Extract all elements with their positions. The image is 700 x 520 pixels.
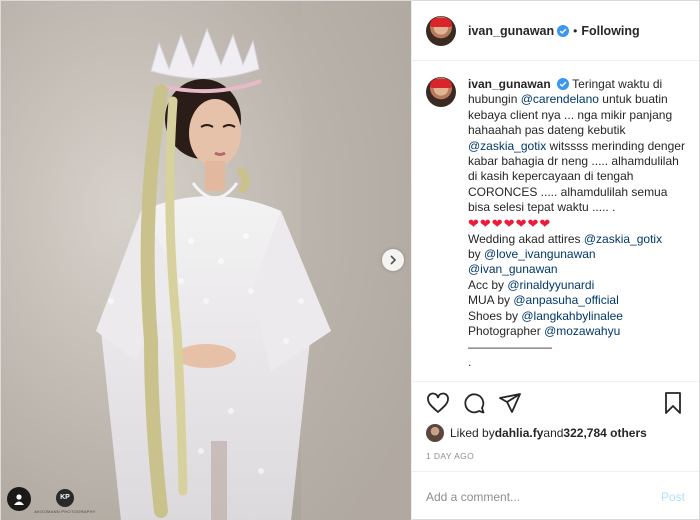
comment-icon[interactable] (462, 391, 486, 415)
mention-link[interactable]: @carendelano (521, 92, 599, 106)
bookmark-icon[interactable] (661, 391, 685, 415)
watermark-text: AKOOMANN PHOTOGRAPHY (34, 509, 96, 514)
mention-link[interactable]: @rinaldyyunardi (507, 278, 594, 292)
verified-badge-icon (557, 78, 570, 90)
heart-icon[interactable] (426, 391, 450, 415)
comment-input[interactable] (426, 489, 661, 504)
credit-line: Shoes by @langkahbylinalee (468, 308, 623, 323)
mention-link[interactable]: @langkahbylinalee (521, 309, 623, 323)
bride-photo-illustration (1, 1, 411, 520)
post-photo[interactable]: KP AKOOMANN PHOTOGRAPHY (1, 1, 411, 520)
post-timestamp[interactable]: 1 DAY AGO (426, 451, 685, 471)
author-username[interactable]: ivan_gunawan (468, 24, 554, 38)
post-header: ivan_gunawan • Following (412, 1, 699, 61)
caption-username[interactable]: ivan_gunawan (468, 77, 551, 91)
post-actions: Liked by dahlia.fy and 322,784 others 1 … (412, 381, 699, 471)
verified-badge-icon (557, 24, 570, 37)
mention-link[interactable]: @love_ivangunawan (484, 247, 596, 261)
credit-line: @ivan_gunawan (468, 262, 685, 277)
instagram-post: KP AKOOMANN PHOTOGRAPHY ivan_gunawan • F… (0, 0, 700, 520)
next-photo-button[interactable] (382, 249, 404, 271)
mention-link[interactable]: @ivan_gunawan (468, 262, 558, 276)
tagged-users-button[interactable] (7, 487, 31, 511)
watermark-logo: KP (56, 489, 74, 507)
caption-end: . (468, 354, 472, 369)
author-avatar[interactable] (426, 15, 456, 46)
following-button[interactable]: Following (581, 24, 639, 38)
post-sidebar: ivan_gunawan • Following ivan_gunawan Te… (411, 1, 699, 520)
chevron-right-icon (390, 255, 397, 265)
add-comment-bar: Post (412, 471, 699, 520)
header-separator: • (573, 23, 578, 38)
credit-line: Wedding akad attires @zaskia_gotix (468, 231, 663, 246)
heart-emojis: ❤❤❤❤❤❤❤ (468, 215, 552, 231)
caption-area: ivan_gunawan Teringat waktu di hubungin … (412, 61, 699, 381)
caption-rule: ——————— (468, 339, 552, 354)
mention-link[interactable]: @zaskia_gotix (468, 139, 546, 153)
credit-line: Acc by @rinaldyyunardi (468, 277, 595, 292)
liker-username[interactable]: dahlia.fy (495, 426, 544, 440)
action-icons-row (426, 390, 685, 416)
post-comment-button[interactable]: Post (661, 490, 685, 504)
caption-author-avatar[interactable] (426, 77, 456, 107)
mention-link[interactable]: @mozawahyu (544, 324, 620, 338)
likes-and: and (543, 426, 564, 440)
photographer-watermark: KP AKOOMANN PHOTOGRAPHY (29, 489, 101, 514)
mention-link[interactable]: @zaskia_gotix (584, 232, 662, 246)
credit-line: MUA by @anpasuha_official (468, 293, 619, 308)
mention-link[interactable]: @anpasuha_official (513, 293, 618, 307)
credit-line: by @love_ivangunawan (468, 247, 596, 262)
credit-line: Photographer @mozawahyu (468, 324, 621, 339)
liker-avatar[interactable] (426, 424, 444, 442)
share-icon[interactable] (498, 391, 522, 415)
likes-summary: Liked by dahlia.fy and 322,784 others (426, 424, 685, 442)
likes-count[interactable]: 322,784 others (563, 426, 646, 440)
likes-prefix: Liked by (450, 426, 495, 440)
caption-text: ivan_gunawan Teringat waktu di hubungin … (468, 77, 685, 381)
user-icon (14, 494, 24, 505)
